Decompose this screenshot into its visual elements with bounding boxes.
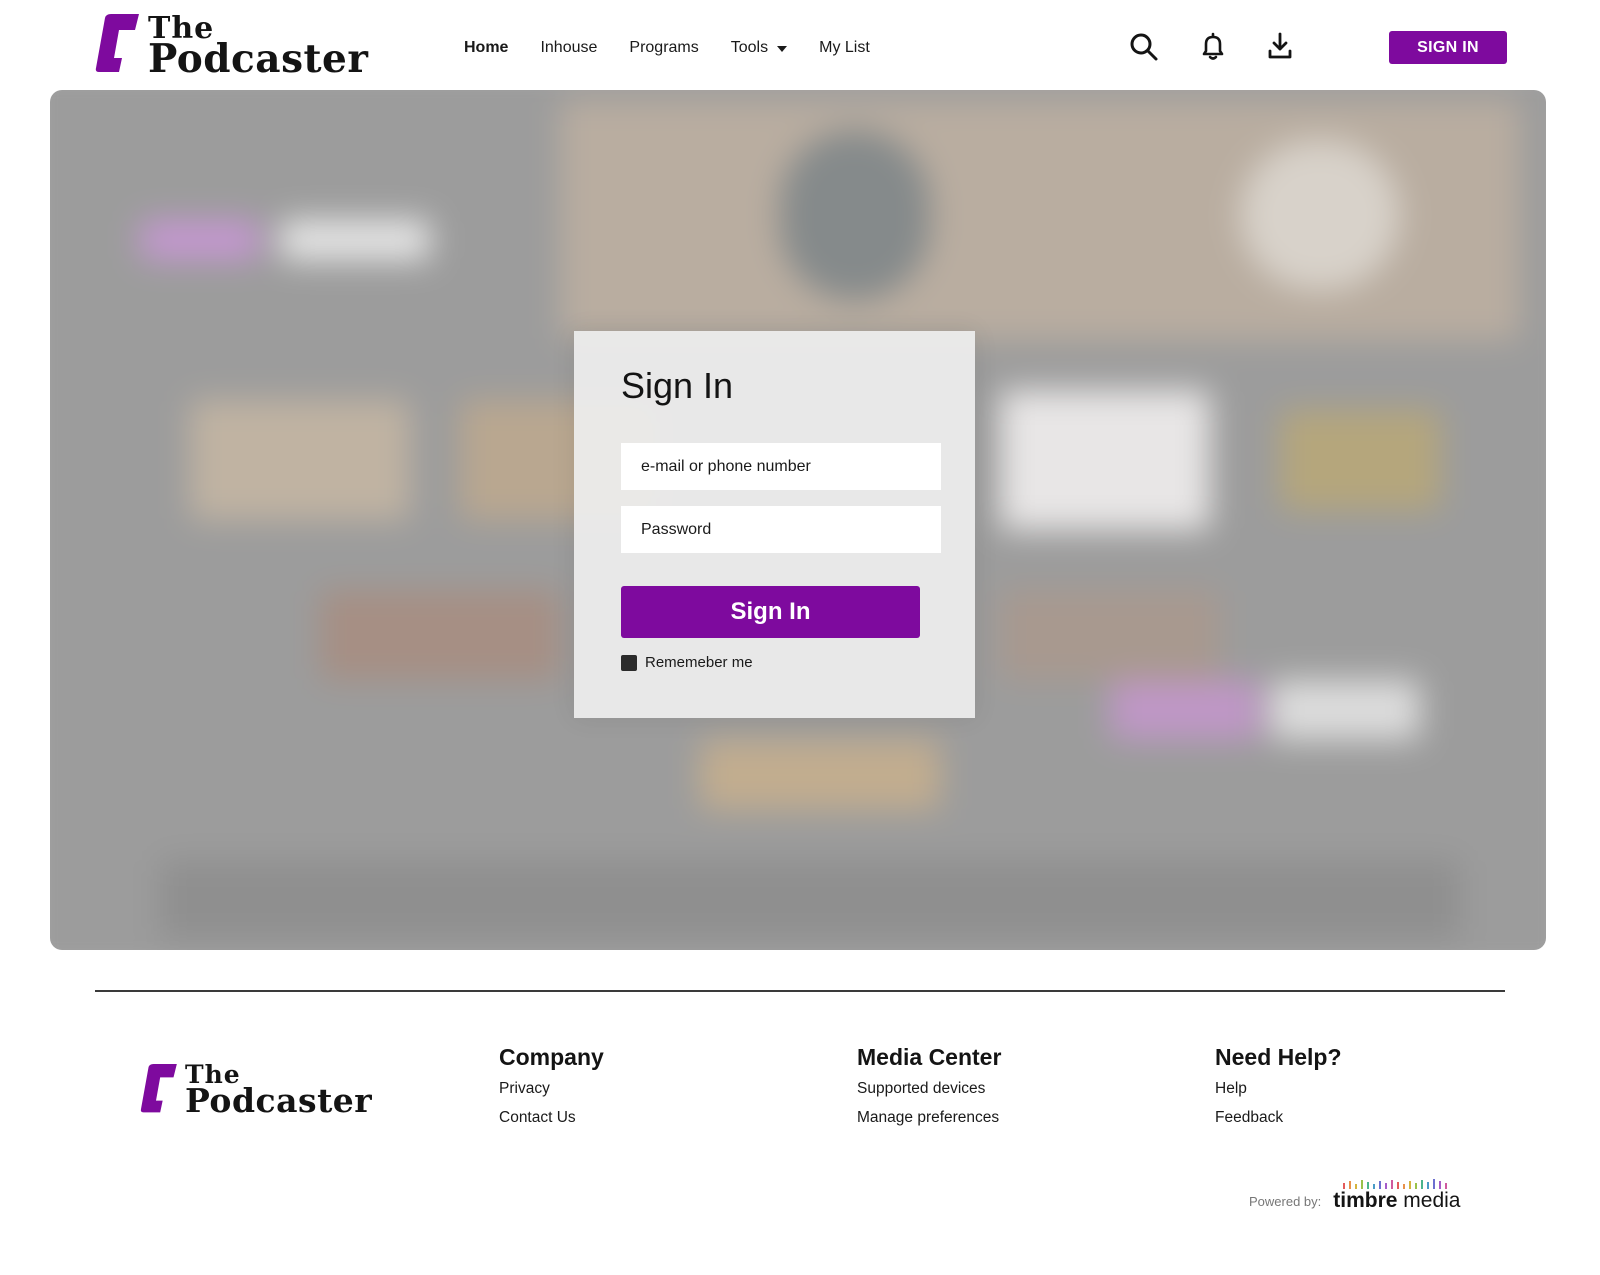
footer-heading: Need Help? xyxy=(1215,1044,1342,1070)
bell-icon[interactable] xyxy=(1197,30,1229,62)
download-icon[interactable] xyxy=(1264,30,1296,62)
powered-by-label: Powered by: xyxy=(1249,1193,1322,1209)
sign-in-submit-button[interactable]: Sign In xyxy=(621,586,920,638)
logo-text-podcaster: Podcaster xyxy=(148,36,369,82)
bg-card xyxy=(190,400,410,520)
nav-item-tools[interactable]: Tools xyxy=(730,39,788,57)
nav-item-my-list[interactable]: My List xyxy=(819,39,870,57)
brand-text-media: media xyxy=(1397,1189,1461,1212)
logo-text-podcaster: Podcaster xyxy=(185,1081,373,1120)
footer-logo[interactable]: The Podcaster xyxy=(140,1062,373,1120)
logo-mark-icon xyxy=(95,14,139,72)
modal-title: Sign In xyxy=(621,365,734,406)
search-icon[interactable] xyxy=(1128,31,1160,63)
footer-link-contact-us[interactable]: Contact Us xyxy=(499,1109,604,1127)
powered-by: Powered by: timbre media xyxy=(1249,1179,1461,1213)
site-logo[interactable]: The Podcaster xyxy=(95,14,368,79)
bg-tag xyxy=(1270,680,1420,740)
bg-tag xyxy=(280,220,430,260)
bg-card xyxy=(700,740,940,810)
timbre-media-logo[interactable]: timbre media xyxy=(1333,1179,1461,1213)
main-nav: Home Inhouse Programs Tools My List xyxy=(464,36,902,60)
email-field[interactable] xyxy=(621,443,941,490)
remember-me-checkbox[interactable] xyxy=(621,654,637,671)
footer-link-manage-preferences[interactable]: Manage preferences xyxy=(857,1109,1001,1127)
bg-tag xyxy=(140,220,260,260)
brand-text-timbre: timbre xyxy=(1333,1189,1398,1212)
bg-row xyxy=(160,860,1460,940)
footer-link-help[interactable]: Help xyxy=(1215,1080,1342,1098)
footer-link-supported-devices[interactable]: Supported devices xyxy=(857,1080,1001,1098)
password-field[interactable] xyxy=(621,506,941,553)
logo-mark-icon xyxy=(140,1064,177,1113)
footer-column-media-center: Media Center Supported devices Manage pr… xyxy=(857,1044,1001,1138)
top-header: The Podcaster Home Inhouse Programs Tool… xyxy=(0,0,1600,96)
footer-heading: Company xyxy=(499,1044,604,1070)
bg-card xyxy=(1000,590,1220,680)
footer-column-company: Company Privacy Contact Us xyxy=(499,1044,604,1138)
equalizer-bars-icon xyxy=(1343,1179,1448,1189)
bg-card xyxy=(320,590,560,680)
footer-divider xyxy=(95,990,1505,992)
footer-heading: Media Center xyxy=(857,1044,1002,1070)
bg-card xyxy=(1000,390,1210,530)
header-sign-in-button[interactable]: SIGN IN xyxy=(1389,31,1507,64)
bg-banner-figure xyxy=(780,130,930,300)
remember-me-control[interactable]: Rememeber me xyxy=(621,654,753,671)
remember-me-label: Rememeber me xyxy=(645,654,753,671)
bg-tag xyxy=(1110,680,1260,740)
nav-item-tools-label: Tools xyxy=(730,39,769,56)
footer-link-privacy[interactable]: Privacy xyxy=(499,1080,604,1098)
chevron-down-icon xyxy=(777,46,788,52)
footer-link-feedback[interactable]: Feedback xyxy=(1215,1109,1342,1127)
nav-item-inhouse[interactable]: Inhouse xyxy=(540,39,597,57)
nav-item-home[interactable]: Home xyxy=(464,39,508,57)
bg-card xyxy=(1280,410,1440,510)
footer-column-need-help: Need Help? Help Feedback xyxy=(1215,1044,1342,1138)
bg-banner-figure xyxy=(1240,140,1400,290)
sign-in-modal: Sign In Sign In Rememeber me xyxy=(574,331,975,718)
nav-item-programs[interactable]: Programs xyxy=(629,39,698,57)
